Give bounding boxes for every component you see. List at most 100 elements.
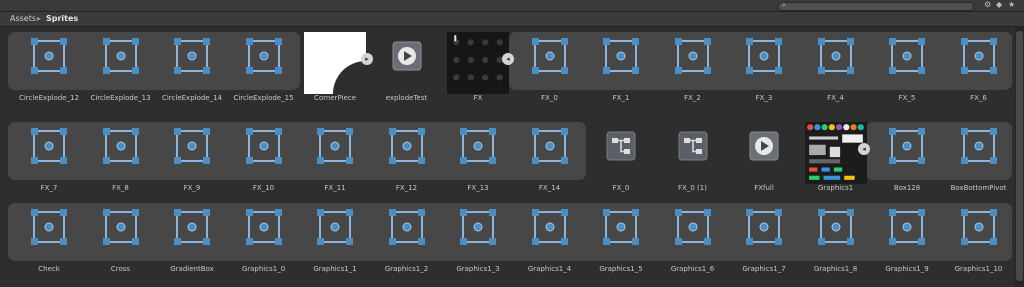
asset-thumbnail [101,207,141,247]
asset-label: FX_2 [684,94,701,102]
asset-thumbnail [101,126,141,166]
asset-label: FX_0 (1) [678,184,707,192]
asset-thumbnail [887,207,927,247]
asset-thumbnail [959,126,999,166]
asset-thumbnail [530,207,570,247]
asset-thumbnail [673,207,713,247]
asset-thumbnail [315,126,355,166]
asset-label: FX_0 [612,184,630,192]
asset-thumbnail [530,36,570,76]
sprite-frame-icon [531,209,568,245]
asset-label: FXfull [754,184,774,192]
asset-label: Box128 [893,184,921,192]
asset-thumbnail [447,32,509,94]
asset-label: Graphics1_10 [954,265,1003,273]
animator-icon [606,131,636,161]
collapse-arrow-icon[interactable]: ◂ [858,143,870,155]
breadcrumb-separator: ▸ [37,14,42,23]
filter-icon[interactable]: ⚙ [984,0,991,9]
asset-thumbnail [244,126,284,166]
asset-thumbnail [816,207,856,247]
asset-thumbnail [387,207,427,247]
asset-thumbnail [387,126,427,166]
asset-label: BoxBottomPivot [950,184,1007,192]
asset-thumbnail [601,36,641,76]
asset-label: Graphics1_3 [456,265,500,273]
star-icon[interactable]: ★ [1008,0,1015,9]
asset-thumbnail [458,207,498,247]
sprite-frame-icon [746,38,782,74]
search-icon: ⌕ [782,1,786,9]
sprite-frame-icon [174,128,210,164]
asset-thumbnail [673,36,713,76]
asset-label: CornerPiece [313,94,357,102]
expand-arrow-icon[interactable]: ▸ [361,53,373,65]
asset-label: Graphics1_2 [384,265,429,273]
search-input[interactable] [778,2,974,11]
asset-thumbnail [601,207,641,247]
animator-icon [678,131,707,161]
tag-icon[interactable]: ◆ [996,0,1002,9]
scrollbar-thumb[interactable] [1016,31,1023,281]
asset-label: FX_8 [112,184,129,192]
asset-label: FX_12 [395,184,418,192]
play-icon [392,41,421,71]
breadcrumb-assets[interactable]: Assets [10,14,36,23]
sprite-frame-icon [245,128,282,164]
sprite-frame-icon [960,128,997,164]
sprite-frame-icon [31,38,67,74]
asset-thumbnail [959,207,999,247]
asset-thumbnail [315,207,355,247]
sprite-frame-icon [388,128,425,164]
sprite-frame-icon [31,209,67,245]
asset-label: Graphics1 [817,184,854,192]
sprite-frame-icon [174,38,210,74]
asset-label: Check [38,265,60,273]
vertical-scrollbar[interactable] [1015,27,1024,287]
asset-thumbnail [744,207,784,247]
asset-label: CircleExplode_14 [161,94,223,102]
asset-label: Graphics1_4 [527,265,572,273]
asset-label: FX_0 [541,94,558,102]
asset-label: Graphics1_6 [670,265,715,273]
asset-label: FX_5 [898,94,916,102]
breadcrumb-sprites[interactable]: Sprites [46,14,78,23]
asset-thumbnail [744,36,784,76]
asset-label: CircleExplode_15 [233,94,294,102]
asset-label: FX [473,94,483,102]
sprite-frame-icon [889,209,925,245]
sprite-frame-icon [674,209,711,245]
asset-thumbnail [244,207,284,247]
sprite-frame-icon [317,209,353,245]
asset-thumbnail [244,36,284,76]
sprite-frame-icon [102,128,139,164]
asset-thumbnail [101,36,141,76]
asset-label: FX_11 [324,184,346,192]
asset-thumbnail [172,126,212,166]
asset-label: GradientBox [170,265,214,273]
asset-label: Graphics1_7 [742,265,786,273]
top-toolbar: ⌕ ⚙ ◆ ★ [0,0,1024,12]
sprite-frame-icon [817,209,854,245]
asset-thumbnail [29,207,69,247]
asset-label: FX_1 [612,94,630,102]
asset-label: Graphics1_0 [241,265,286,273]
play-icon [749,131,779,161]
sprite-frame-icon [531,128,568,164]
collapse-arrow-icon[interactable]: ◂ [502,53,514,65]
asset-thumbnail [959,36,999,76]
sprite-frame-icon [674,38,711,74]
asset-thumbnail [387,36,427,76]
asset-thumbnail [744,126,784,166]
asset-label: Graphics1_9 [885,265,929,273]
sprite-frame-icon [102,209,139,245]
sprite-frame-icon [460,128,496,164]
asset-thumbnail [887,126,927,166]
sprite-frame-icon [889,128,925,164]
asset-label: FX_3 [755,94,773,102]
sprite-frame-icon [317,128,353,164]
sprite-frame-icon [174,209,210,245]
asset-thumbnail [804,122,867,184]
sprite-frame-icon [960,38,997,74]
asset-label: FX_4 [827,94,844,102]
